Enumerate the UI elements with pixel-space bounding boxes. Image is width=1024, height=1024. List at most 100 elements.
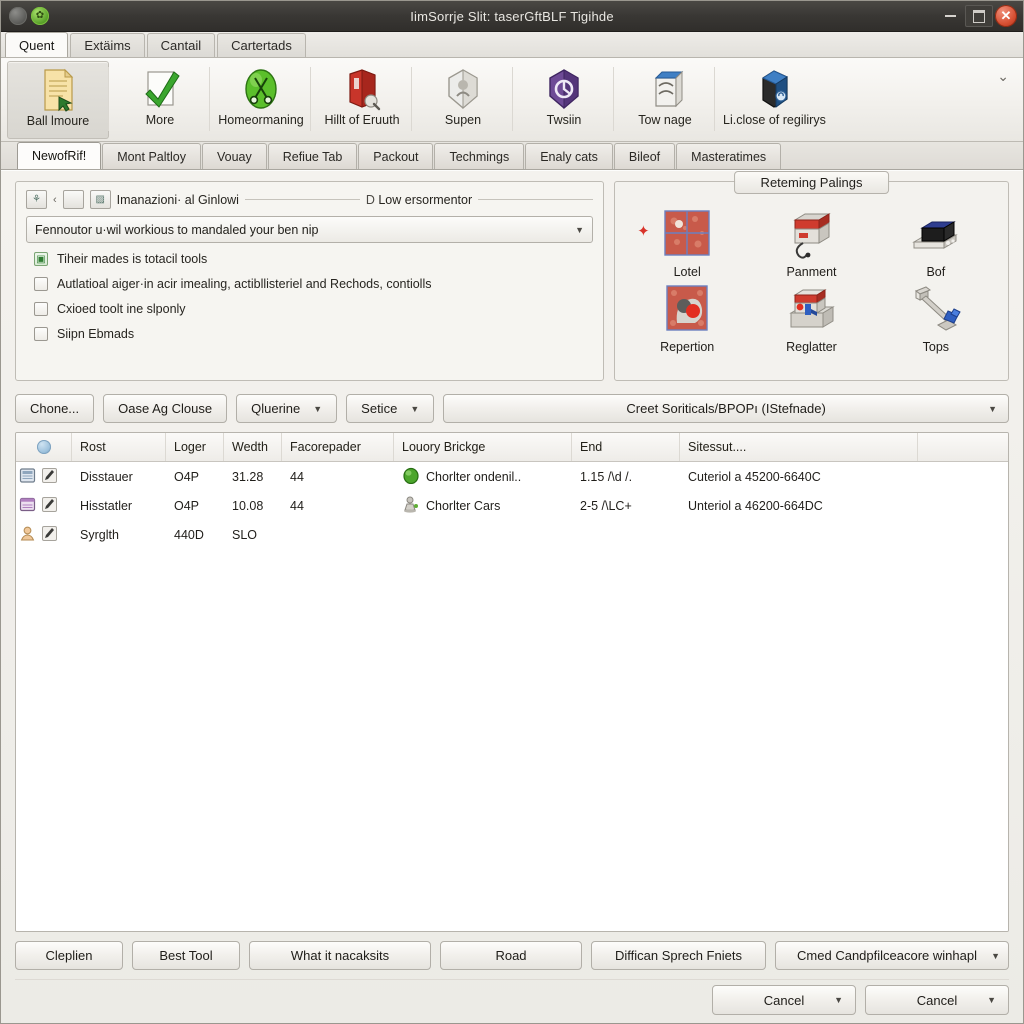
- blue-box-icon: [644, 66, 686, 112]
- disc-icon[interactable]: [9, 7, 27, 25]
- app-tab-label: Cantail: [160, 38, 202, 53]
- options-panel: ⚘ ‹ ▭ ▨ Imanazioni· al Ginlowi D Low ers…: [15, 181, 604, 381]
- table-header-facorepader[interactable]: Facorepader: [282, 433, 394, 461]
- qluerine-dropdown-button[interactable]: Qluerine ▼: [236, 394, 338, 423]
- ribbon-button-more[interactable]: More: [108, 61, 210, 139]
- options-dropdown-value: Fennoutor u·wil workious to mandaled you…: [35, 222, 319, 237]
- button-label: Best Tool: [159, 948, 213, 963]
- gallery-item-panment[interactable]: Panment: [749, 206, 873, 279]
- table-header-louory-brickge[interactable]: Louory Brickge: [394, 433, 572, 461]
- ribbon-button-ball-lmoure[interactable]: Ball lmoure: [7, 61, 109, 139]
- app-tab-extaims[interactable]: Extäims: [70, 33, 145, 57]
- chevron-down-icon: ▼: [987, 995, 996, 1005]
- pin-tool-icon[interactable]: ⚘: [26, 190, 47, 209]
- table-row[interactable]: Hisstatler O4P 10.08 44 Chorlter Cars 2-…: [16, 491, 1008, 520]
- chevron-down-icon[interactable]: ⌄: [997, 68, 1009, 85]
- table-body: Disstauer O4P 31.28 44 Chorlter ondenil.…: [16, 462, 1008, 931]
- table-header-wedth[interactable]: Wedth: [224, 433, 282, 461]
- creet-soriticals-dropdown[interactable]: Creet Soriticals/BPOPı (IStefnade) ▼: [443, 394, 1009, 423]
- red-book-icon: [341, 66, 383, 112]
- app-tab-bar: Quent Extäims Cantail Cartertads: [1, 32, 1023, 58]
- user-icon: [19, 525, 36, 545]
- table-header-icon[interactable]: [16, 433, 72, 461]
- checkbox-2[interactable]: [34, 277, 48, 291]
- road-button[interactable]: Road: [440, 941, 582, 970]
- ribbon-button-liclose-of-regilirys[interactable]: Li.close of regilirys: [714, 61, 833, 139]
- cancel-button-1[interactable]: Cancel ▼: [712, 985, 856, 1015]
- sub-tab-bileof[interactable]: Bileof: [613, 143, 676, 169]
- sub-tab-newofrif[interactable]: NewofRif!: [17, 142, 102, 169]
- options-dropdown[interactable]: Fennoutor u·wil workious to mandaled you…: [26, 216, 593, 243]
- ribbon-button-twsiin[interactable]: Twsiin: [512, 61, 614, 139]
- checkbox-row-3[interactable]: Cxioed toolt ine slponly: [34, 302, 593, 316]
- checkbox-row-1[interactable]: ▣ Tiheir mades is totacil tools: [34, 252, 593, 266]
- pen-icon[interactable]: [41, 467, 58, 487]
- gallery-item-bof[interactable]: Bof: [874, 206, 998, 279]
- app-tab-cartertads[interactable]: Cartertads: [217, 33, 306, 57]
- window-controls: ✕: [937, 5, 1023, 27]
- green-blob-icon: [402, 467, 420, 487]
- cancel-button-2[interactable]: Cancel ▼: [865, 985, 1009, 1015]
- sub-tab-refiue-tab[interactable]: Refiue Tab: [267, 143, 358, 169]
- sub-tab-vouay[interactable]: Vouay: [201, 143, 267, 169]
- ribbon-button-supen[interactable]: Supen: [411, 61, 513, 139]
- pen-icon[interactable]: [41, 525, 58, 545]
- restore-icon[interactable]: [965, 5, 993, 27]
- chone-button[interactable]: Chone...: [15, 394, 95, 423]
- sub-tab-packout[interactable]: Packout: [358, 143, 434, 169]
- gallery-item-reglatter[interactable]: Reglatter: [749, 281, 873, 354]
- sub-tab-masteratimes[interactable]: Masteratimes: [676, 143, 782, 169]
- sub-tab-enaly-cats[interactable]: Enaly cats: [525, 143, 613, 169]
- checkbox-1[interactable]: ▣: [34, 252, 48, 266]
- table-row[interactable]: Syrglth 440D SLO: [16, 520, 1008, 549]
- sub-tab-bar: NewofRif! Mont Paltloy Vouay Refiue Tab …: [1, 142, 1023, 170]
- checkbox-1-label: Tiheir mades is totacil tools: [57, 252, 208, 266]
- sub-tab-techmings[interactable]: Techmings: [434, 143, 525, 169]
- green-badge-icon[interactable]: ✿: [31, 7, 49, 25]
- ribbon-button-label: Tow nage: [638, 113, 692, 127]
- blank-page-icon[interactable]: ▭: [62, 190, 84, 209]
- subtitle-marker: D: [365, 192, 375, 207]
- button-label: Cmed Candpfilceacore winhapl: [797, 948, 977, 963]
- gallery-item-label: Repertion: [660, 340, 715, 354]
- ribbon-button-label: More: [145, 113, 175, 127]
- action-button-bar: Chone... Oase Ag Clouse Qluerine ▼ Setice…: [15, 394, 1009, 423]
- pen-icon[interactable]: [41, 496, 58, 516]
- cell-brickge: Chorlter Cars: [426, 498, 501, 513]
- cell-loger: O4P: [174, 498, 200, 513]
- oase-ag-clouse-button[interactable]: Oase Ag Clouse: [103, 394, 228, 423]
- best-tool-button[interactable]: Best Tool: [132, 941, 240, 970]
- cmed-candpfilceacore-dropdown[interactable]: Cmed Candpfilceacore winhapl ▼: [775, 941, 1009, 970]
- app-tab-cantail[interactable]: Cantail: [146, 33, 216, 57]
- header-divider-left: [244, 199, 360, 200]
- left-caret-icon[interactable]: ‹: [53, 194, 57, 206]
- table-header-end[interactable]: End: [572, 433, 680, 461]
- close-icon[interactable]: ✕: [995, 5, 1017, 27]
- cell-wedth: 10.08: [232, 498, 264, 513]
- checkbox-row-4[interactable]: Siipn Ebmads: [34, 327, 593, 341]
- ribbon-button-homeormaning[interactable]: Homeormaning: [209, 61, 311, 139]
- checkbox-3-label: Cxioed toolt ine slponly: [57, 302, 186, 316]
- diffican-sprech-fniets-button[interactable]: Diffican Sprech Fniets: [591, 941, 766, 970]
- checkbox-3[interactable]: [34, 302, 48, 316]
- checkbox-row-2[interactable]: Autlatioal aiger·in acir imealing, actib…: [34, 277, 593, 291]
- picture-icon[interactable]: ▨: [89, 190, 111, 209]
- gallery-item-lotel[interactable]: ✦ Lotel: [625, 206, 749, 279]
- minimize-icon[interactable]: [937, 6, 963, 26]
- sub-tab-mont-paltloy[interactable]: Mont Paltloy: [102, 143, 201, 169]
- gallery-item-tops[interactable]: Tops: [874, 281, 998, 354]
- gallery-item-repertion[interactable]: Repertion: [625, 281, 749, 354]
- checkbox-4[interactable]: [34, 327, 48, 341]
- table-row[interactable]: Disstauer O4P 31.28 44 Chorlter ondenil.…: [16, 462, 1008, 491]
- table-header-spacer: [918, 433, 1008, 461]
- ribbon-button-hillt-of-eruuth[interactable]: Hillt of Eruuth: [310, 61, 412, 139]
- cleplien-button[interactable]: Cleplien: [15, 941, 123, 970]
- table-header-loger[interactable]: Loger: [166, 433, 224, 461]
- ribbon-button-tow-nage[interactable]: Tow nage: [613, 61, 715, 139]
- table-header-sitessut[interactable]: Sitessut....: [680, 433, 918, 461]
- app-tab-quent[interactable]: Quent: [5, 32, 69, 57]
- setice-dropdown-button[interactable]: Setice ▼: [346, 394, 435, 423]
- table-header-rost[interactable]: Rost: [72, 433, 166, 461]
- green-check-icon: [139, 66, 181, 112]
- what-it-nacaksits-button[interactable]: What it nacaksits: [249, 941, 431, 970]
